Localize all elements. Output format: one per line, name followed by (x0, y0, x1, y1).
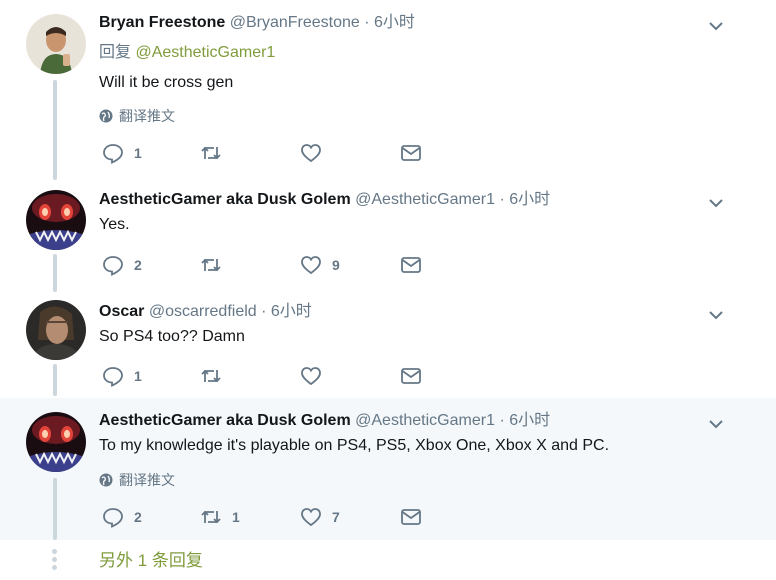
reply-button[interactable]: 2 (102, 254, 142, 276)
more-replies-link[interactable]: 另外 1 条回复 (99, 546, 203, 571)
tweet-bryan[interactable]: Bryan Freestone @BryanFreestone · 6小时 回复… (0, 0, 776, 180)
retweet-button[interactable] (200, 254, 232, 276)
reply-button[interactable]: 2 (102, 506, 142, 528)
retweet-icon (201, 510, 221, 524)
separator: · (499, 191, 505, 208)
like-button[interactable]: 7 (300, 506, 340, 528)
fullname[interactable]: AestheticGamer aka Dusk Golem (99, 412, 351, 429)
chevron-down-icon[interactable] (706, 305, 726, 325)
translate-link[interactable]: 翻译推文 (99, 470, 175, 490)
timestamp[interactable]: 6小时 (374, 14, 415, 31)
thread-line (53, 80, 57, 180)
message-icon (401, 509, 421, 525)
separator: · (364, 14, 370, 31)
avatar-dusk-golem[interactable] (26, 190, 86, 250)
separator: · (499, 412, 505, 429)
timestamp[interactable]: 6小时 (509, 412, 550, 429)
reply-context: 回复 @AestheticGamer1 (99, 42, 716, 64)
reply-count: 1 (134, 145, 142, 161)
tweet-header: Oscar @oscarredfield · 6小时 (99, 301, 716, 323)
retweet-count: 1 (232, 509, 240, 525)
message-button[interactable] (400, 142, 422, 164)
more-replies-dots (52, 549, 58, 573)
avatar-dusk-golem[interactable] (26, 412, 86, 472)
avatar-oscar[interactable] (26, 300, 86, 360)
thread-line (53, 478, 57, 540)
message-button[interactable] (400, 254, 422, 276)
reply-count: 1 (134, 368, 142, 384)
fullname[interactable]: AestheticGamer aka Dusk Golem (99, 191, 351, 208)
tweet-text: Will it be cross gen (99, 74, 234, 91)
retweet-icon (201, 258, 221, 272)
separator: · (261, 303, 267, 320)
message-icon (401, 145, 421, 161)
reply-button[interactable]: 1 (102, 142, 142, 164)
retweet-icon (201, 146, 221, 160)
like-icon (301, 508, 321, 527)
message-icon (401, 257, 421, 273)
username[interactable]: @oscarredfield (149, 303, 257, 320)
reply-to-link[interactable]: @AestheticGamer1 (135, 44, 275, 61)
globe-icon (99, 109, 113, 123)
timestamp[interactable]: 6小时 (271, 303, 312, 320)
timestamp[interactable]: 6小时 (509, 191, 550, 208)
retweet-button[interactable] (200, 365, 232, 387)
translate-label: 翻译推文 (119, 108, 175, 124)
tweet-text: To my knowledge it's playable on PS4, PS… (99, 437, 610, 454)
fullname[interactable]: Oscar (99, 303, 144, 320)
like-count: 9 (332, 257, 340, 273)
message-button[interactable] (400, 365, 422, 387)
message-icon (401, 368, 421, 384)
reply-icon (103, 367, 123, 387)
username[interactable]: @AestheticGamer1 (355, 191, 495, 208)
reply-icon (103, 508, 123, 528)
username[interactable]: @AestheticGamer1 (355, 412, 495, 429)
like-button[interactable]: 9 (300, 254, 340, 276)
retweet-button[interactable] (200, 142, 232, 164)
retweet-button[interactable]: 1 (200, 506, 240, 528)
globe-icon (99, 473, 113, 487)
like-icon (301, 256, 321, 275)
tweet-oscar[interactable]: Oscar @oscarredfield · 6小时 So PS4 too?? … (0, 292, 776, 396)
username[interactable]: @BryanFreestone (230, 14, 360, 31)
tweet-header: AestheticGamer aka Dusk Golem @Aesthetic… (99, 189, 716, 211)
reply-count: 2 (134, 257, 142, 273)
tweet-text: Yes. (99, 216, 130, 233)
reply-icon (103, 256, 123, 276)
tweet-aestheticgamer-2[interactable]: AestheticGamer aka Dusk Golem @Aesthetic… (0, 398, 776, 540)
tweet-header: Bryan Freestone @BryanFreestone · 6小时 (99, 12, 716, 34)
like-icon (301, 144, 321, 163)
translate-label: 翻译推文 (119, 472, 175, 488)
chevron-down-icon[interactable] (706, 414, 726, 434)
chevron-down-icon[interactable] (706, 16, 726, 36)
reply-icon (103, 144, 123, 164)
like-count: 7 (332, 509, 340, 525)
reply-count: 2 (134, 509, 142, 525)
like-button[interactable] (300, 365, 332, 387)
retweet-icon (201, 369, 221, 383)
fullname[interactable]: Bryan Freestone (99, 14, 225, 31)
avatar-bryan[interactable] (26, 14, 86, 74)
tweet-aestheticgamer-1[interactable]: AestheticGamer aka Dusk Golem @Aesthetic… (0, 180, 776, 292)
tweet-text: So PS4 too?? Damn (99, 328, 245, 345)
reply-label: 回复 (99, 44, 132, 61)
reply-button[interactable]: 1 (102, 365, 142, 387)
thread-line (53, 364, 57, 396)
like-button[interactable] (300, 142, 332, 164)
thread-line (53, 254, 57, 292)
tweet-header: AestheticGamer aka Dusk Golem @Aesthetic… (99, 410, 716, 432)
like-icon (301, 367, 321, 386)
message-button[interactable] (400, 506, 422, 528)
translate-link[interactable]: 翻译推文 (99, 106, 175, 126)
chevron-down-icon[interactable] (706, 193, 726, 213)
